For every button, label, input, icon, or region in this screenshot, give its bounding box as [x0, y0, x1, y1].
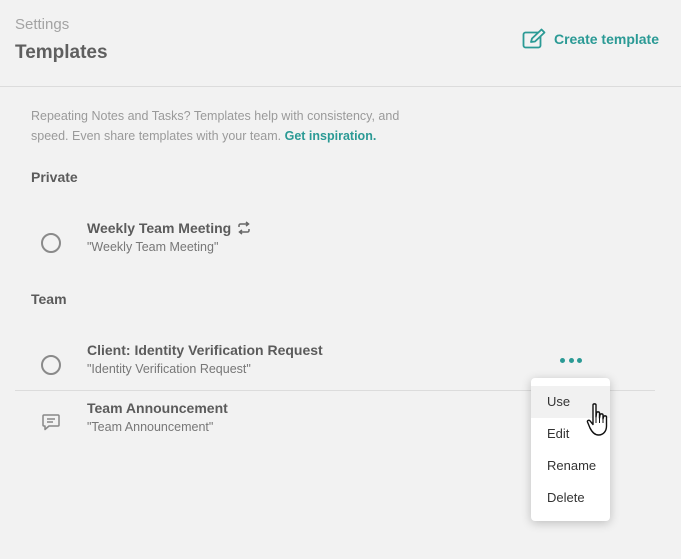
dot [577, 357, 582, 363]
create-template-label: Create template [553, 31, 659, 47]
breadcrumb[interactable]: Settings [15, 16, 69, 33]
chat-bubble-icon [42, 414, 60, 431]
section-label-private: Private [31, 169, 78, 185]
template-title: Team Announcement [87, 400, 228, 416]
intro-text: Repeating Notes and Tasks? Templates hel… [31, 106, 431, 146]
dot [568, 357, 574, 363]
template-title: Weekly Team Meeting [87, 220, 251, 236]
page-title: Templates [15, 42, 108, 63]
context-menu: Use Edit Rename Delete [531, 378, 610, 521]
template-title-text: Weekly Team Meeting [87, 220, 232, 236]
page-header: Settings Templates Create template [0, 0, 681, 87]
section-label-team: Team [31, 291, 67, 307]
repeat-icon [238, 221, 250, 235]
template-subtitle: "Team Announcement" [87, 420, 214, 434]
template-subtitle: "Identity Verification Request" [87, 362, 251, 376]
more-options-button[interactable] [560, 352, 582, 368]
get-inspiration-link[interactable]: Get inspiration. [285, 129, 377, 143]
hand-cursor-icon [586, 403, 608, 436]
edit-icon [522, 28, 546, 49]
select-radio[interactable] [41, 233, 61, 253]
template-title: Client: Identity Verification Request [87, 342, 323, 358]
dot [560, 357, 565, 363]
menu-item-rename[interactable]: Rename [531, 450, 610, 482]
template-row[interactable]: Weekly Team Meeting "Weekly Team Meeting… [15, 220, 655, 268]
menu-item-delete[interactable]: Delete [531, 482, 610, 514]
select-radio[interactable] [41, 355, 61, 375]
template-subtitle: "Weekly Team Meeting" [87, 240, 219, 254]
create-template-button[interactable]: Create template [522, 28, 659, 50]
